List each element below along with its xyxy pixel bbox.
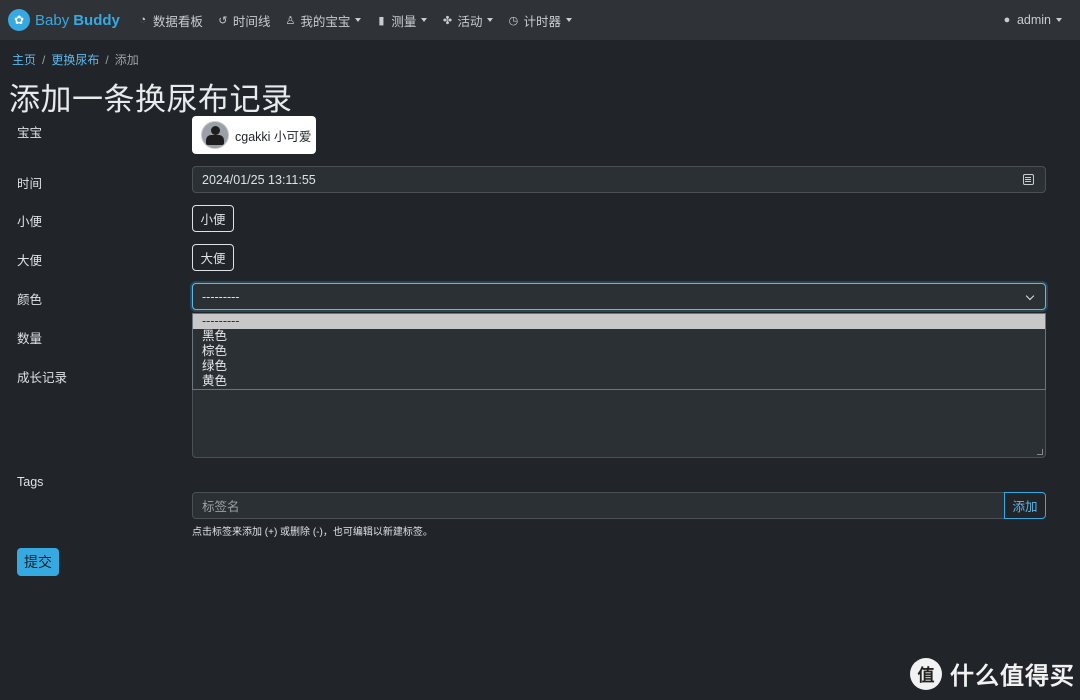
chevron-down-icon [1025, 291, 1035, 301]
clipboard-icon: ▮ [378, 14, 385, 27]
nav-timeline[interactable]: ↺ 时间线 [217, 11, 271, 30]
calendar-icon[interactable] [1023, 174, 1034, 185]
color-option[interactable]: 黄色 [193, 374, 1045, 389]
breadcrumb-home[interactable]: 主页 [12, 51, 36, 68]
child-avatar [201, 121, 229, 149]
color-option[interactable]: 棕色 [193, 344, 1045, 359]
activities-icon: ✤ [442, 14, 453, 27]
child-select-button[interactable]: cgakki 小可爱 [192, 116, 316, 154]
page-title: 添加一条换尿布记录 [9, 82, 293, 117]
caret-down-icon [1056, 18, 1062, 22]
resize-handle-icon[interactable] [1037, 449, 1043, 455]
watermark-logo-icon: 值 [910, 657, 942, 690]
nav-children[interactable]: ♙ 我的宝宝 [284, 11, 362, 30]
wet-toggle-button[interactable]: 小便 [192, 205, 234, 232]
breadcrumb: 主页 / 更换尿布 / 添加 [12, 51, 139, 68]
add-tag-button[interactable]: 添加 [1004, 492, 1046, 519]
user-icon: ● [1003, 14, 1011, 26]
site-watermark: 值 什么值得买 [910, 656, 1075, 691]
child-label: 宝宝 [17, 126, 43, 140]
brand-name-suffix: Buddy [73, 11, 120, 29]
tags-help-text: 点击标签来添加 (+) 或删除 (-)，也可编辑以新建标签。 [192, 527, 433, 538]
amount-label: 数量 [17, 332, 43, 346]
breadcrumb-separator: / [42, 52, 46, 67]
nav-activities-label: 活动 [457, 14, 483, 29]
solid-label: 大便 [17, 254, 43, 268]
nav-dashboard-label: 数据看板 [152, 14, 203, 29]
submit-button[interactable]: 提交 [17, 548, 59, 576]
time-input[interactable]: 2024/01/25 13:11:55 [192, 166, 1046, 193]
time-label: 时间 [17, 177, 43, 191]
breadcrumb-separator: / [105, 52, 109, 67]
baby-icon: ♙ [285, 14, 296, 27]
color-dropdown-list: --------- 黑色 棕色 绿色 黄色 [192, 313, 1046, 390]
nav-timers[interactable]: ◷ 计时器 [507, 11, 572, 30]
color-option[interactable]: --------- [193, 314, 1045, 329]
tags-label: Tags [17, 475, 44, 489]
user-name: admin [1016, 13, 1051, 27]
dashboard-icon: ◔ [139, 14, 147, 26]
breadcrumb-section[interactable]: 更换尿布 [51, 51, 99, 68]
nav-timeline-label: 时间线 [232, 14, 271, 29]
color-label: 颜色 [17, 293, 43, 307]
caret-down-icon [421, 18, 428, 22]
wet-label: 小便 [17, 215, 43, 229]
time-value: 2024/01/25 13:11:55 [202, 172, 316, 187]
nav-measurements-label: 测量 [391, 14, 417, 29]
brand-link[interactable]: ✿ Baby Buddy [8, 9, 120, 31]
color-selected-value: --------- [202, 289, 240, 304]
timer-icon: ◷ [508, 14, 519, 27]
history-icon: ↺ [218, 14, 228, 27]
caret-down-icon [355, 18, 362, 22]
baby-buddy-logo-icon: ✿ [8, 9, 30, 31]
caret-down-icon [487, 18, 494, 22]
nav-activities[interactable]: ✤ 活动 [441, 11, 494, 30]
caret-down-icon [565, 18, 572, 22]
breadcrumb-current: 添加 [114, 53, 139, 67]
child-name: cgakki 小可爱 [235, 129, 312, 144]
nav-children-label: 我的宝宝 [300, 14, 351, 29]
brand-name-prefix: Baby [35, 11, 70, 29]
color-option[interactable]: 绿色 [193, 359, 1045, 374]
top-navbar: ✿ Baby Buddy ◔ 数据看板 ↺ 时间线 ♙ 我的宝宝 ▮ 测量 ✤ … [0, 0, 1080, 40]
watermark-text: 什么值得买 [950, 663, 1075, 690]
nav-dashboard[interactable]: ◔ 数据看板 [137, 11, 203, 30]
user-menu[interactable]: ● admin [1001, 0, 1062, 40]
color-option[interactable]: 黑色 [193, 329, 1045, 344]
color-select[interactable]: --------- [192, 283, 1046, 310]
nav-timers-label: 计时器 [523, 14, 561, 29]
notes-label: 成长记录 [17, 371, 68, 385]
tag-name-input[interactable]: 标签名 [192, 492, 1005, 519]
nav-measurements[interactable]: ▮ 测量 [375, 11, 428, 30]
solid-toggle-button[interactable]: 大便 [192, 244, 234, 271]
